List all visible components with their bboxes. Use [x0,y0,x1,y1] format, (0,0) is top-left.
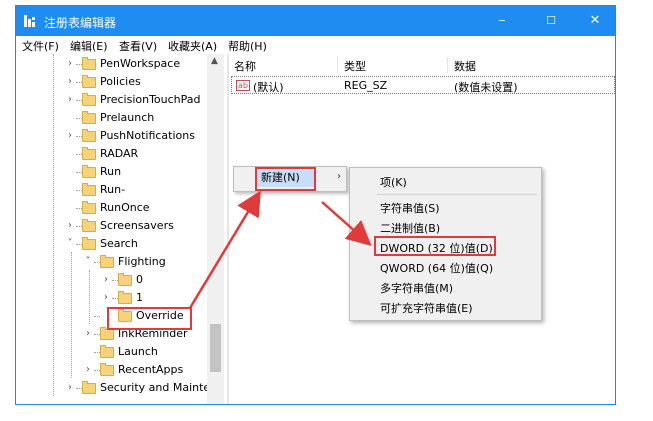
annotation-arrows [188,190,372,309]
annotation-arrow-to-new [188,190,261,309]
annotation-arrow-to-dword [321,201,372,246]
